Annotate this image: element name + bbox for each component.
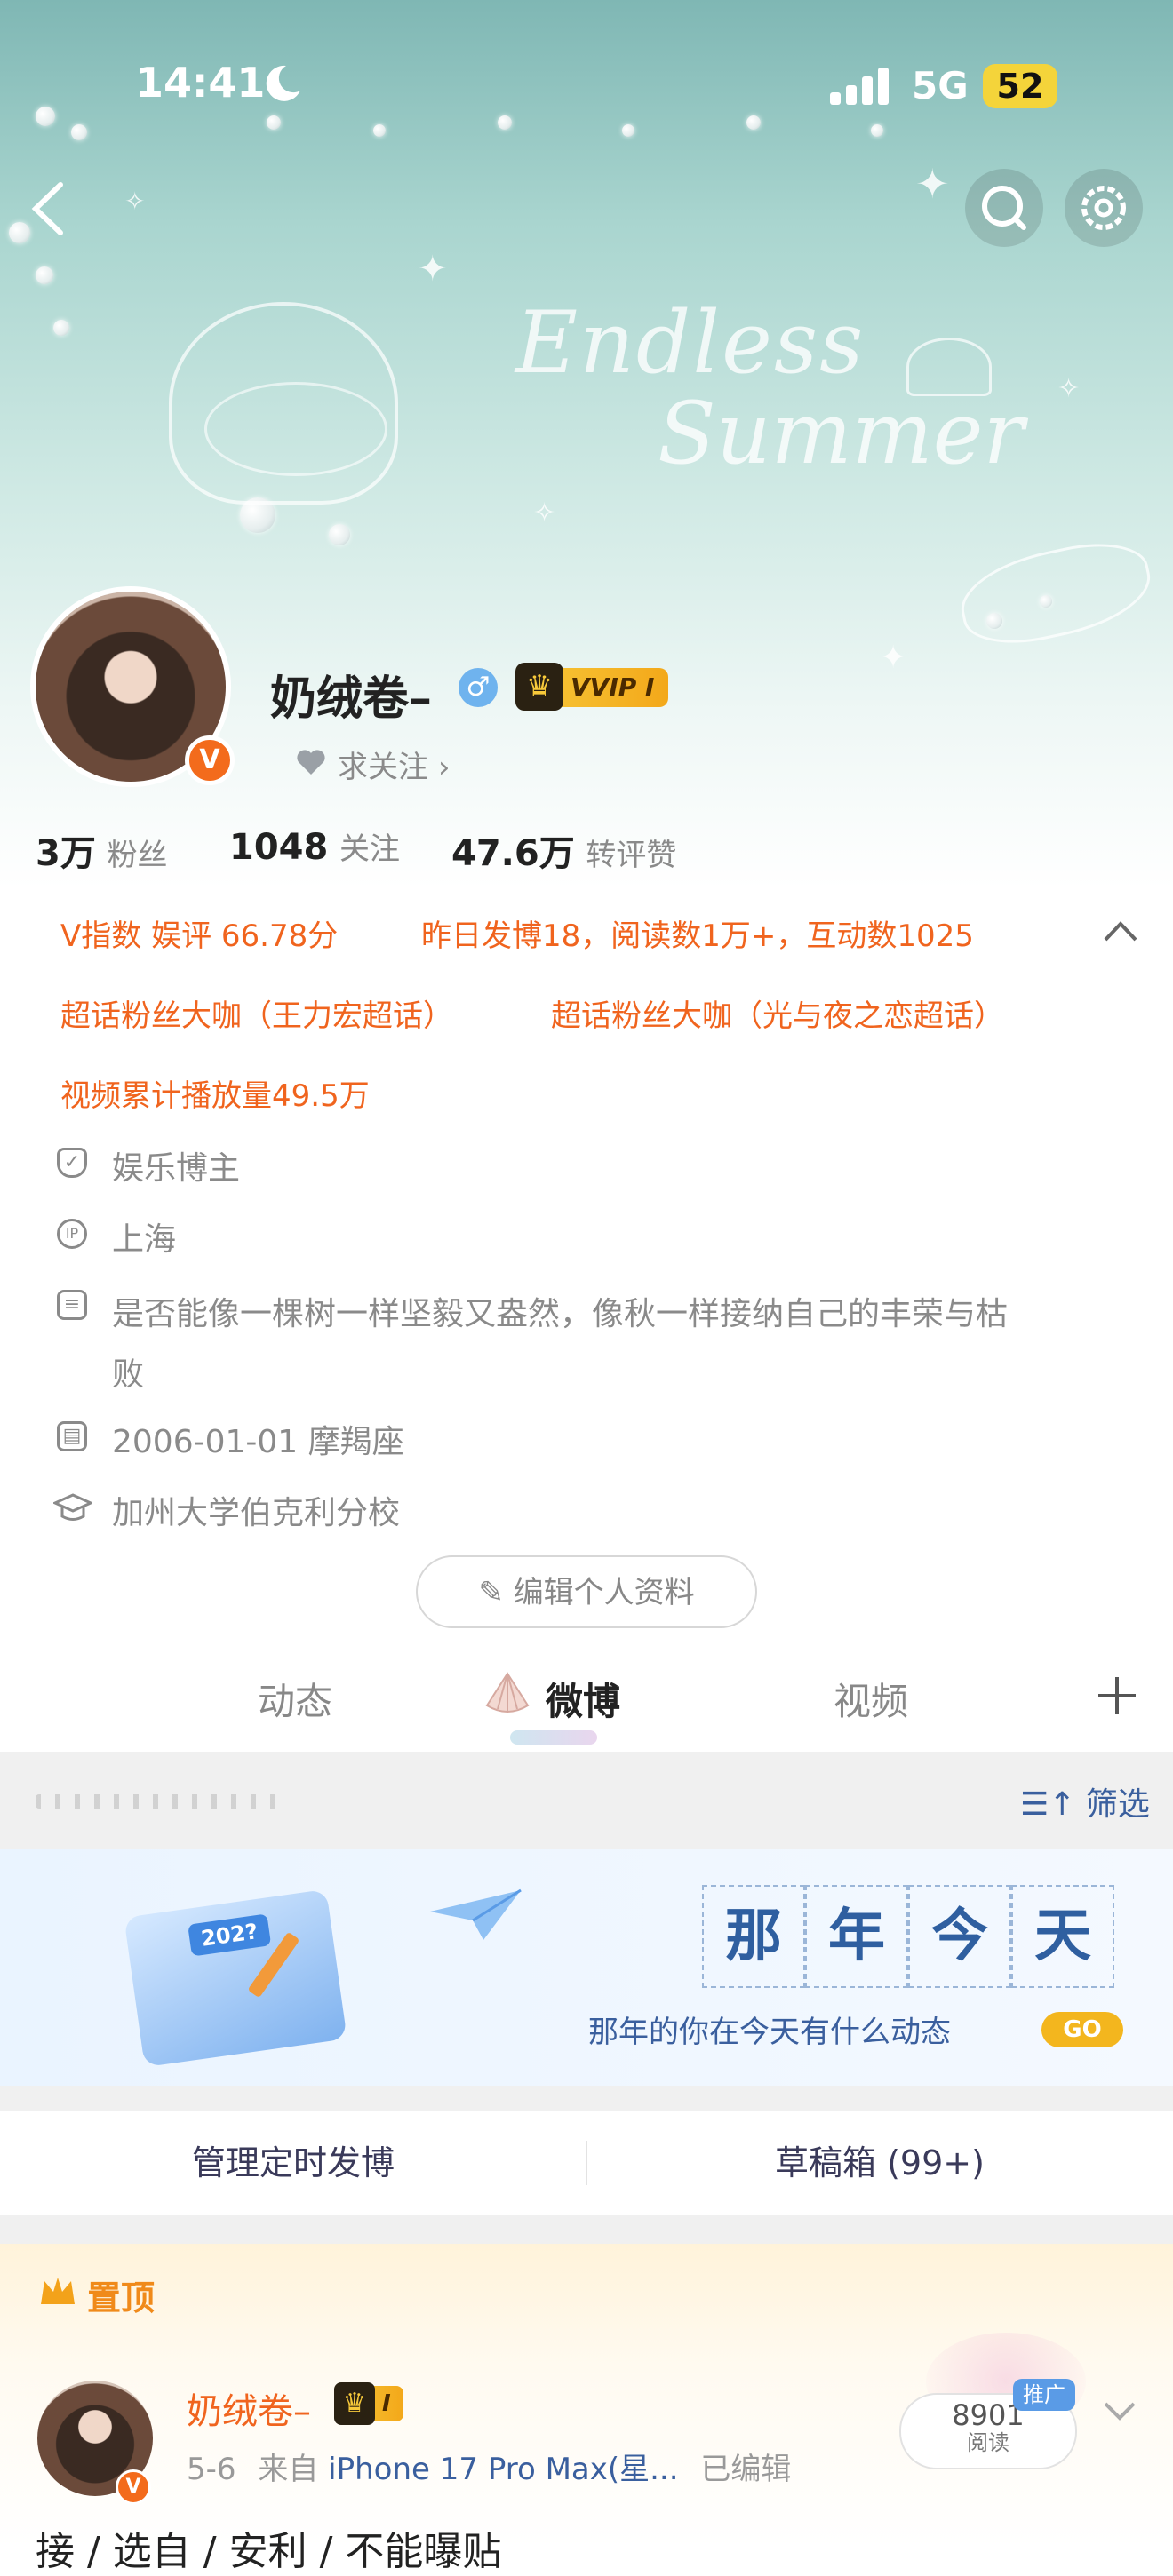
bio-line: 是否能像一棵树一样坚毅又盎然，像秋一样接纳自己的丰荣与枯 xyxy=(112,1296,1009,1332)
ip-location-text: 上海 xyxy=(112,1221,177,1258)
filter-icon: ☰↑ xyxy=(1020,1786,1086,1823)
author-name[interactable]: 奶绒卷– xyxy=(187,2382,311,2434)
follow-prompt-label: 求关注 xyxy=(338,750,428,785)
stat-label: 粉丝 xyxy=(107,838,168,873)
go-button[interactable]: GO xyxy=(1041,2012,1123,2047)
battery-indicator: 52 xyxy=(983,64,1057,108)
crown-icon: ♛ xyxy=(515,663,563,711)
v-index-badge[interactable]: V指数 娱评 66.78分 xyxy=(60,911,338,955)
network-type: 5G xyxy=(912,64,969,107)
manage-row: 管理定时发博 草稿箱 (99+) xyxy=(0,2111,1173,2215)
read-count-label: 阅读 xyxy=(967,2430,1009,2455)
heart-icon xyxy=(293,744,329,780)
vvip-badge[interactable]: ♛ VVIP I xyxy=(515,663,669,711)
promote-badge[interactable]: 推广 xyxy=(1013,2379,1075,2411)
super-topic-badge-1[interactable]: 超话粉丝大咖（王力宏超话） xyxy=(60,991,453,1035)
tab-video[interactable]: 视频 xyxy=(834,1672,908,1726)
stat-label: 关注 xyxy=(339,831,401,867)
calendar-illustration: 202? xyxy=(124,1888,347,2068)
verified-v-icon: V xyxy=(185,735,235,785)
bio-text: 是否能像一棵树一样坚毅又盎然，像秋一样接纳自己的丰荣与枯 败 xyxy=(112,1284,1116,1405)
stat-value: 3万 xyxy=(36,833,96,874)
edit-profile-label: 编辑个人资料 xyxy=(513,1575,695,1610)
shell-icon xyxy=(482,1670,533,1720)
title-char: 天 xyxy=(1011,1885,1114,1988)
stat-label: 转评赞 xyxy=(586,838,677,873)
super-topic-badge-2[interactable]: 超话粉丝大咖（光与夜之恋超话） xyxy=(551,991,1004,1035)
document-icon: ≡ xyxy=(57,1290,87,1320)
title-char: 今 xyxy=(908,1885,1011,1988)
post-preview-text: 接 / 选自 / 安利 / 不能曝贴 xyxy=(36,2529,502,2574)
profile-nickname: 奶绒卷– xyxy=(270,672,433,726)
follow-prompt-link[interactable]: 求关注 › xyxy=(338,743,450,786)
edit-profile-button[interactable]: ✎ 编辑个人资料 xyxy=(416,1555,757,1628)
vip-badge: ♛ I xyxy=(334,2382,403,2425)
add-tab-button[interactable] xyxy=(1095,1674,1139,1718)
filter-bar: ☰↑ 筛选 xyxy=(0,1752,1173,1849)
pinned-label: 置顶 xyxy=(87,2278,156,2318)
plus-icon xyxy=(1098,1677,1136,1714)
gear-icon xyxy=(1081,186,1126,230)
chevron-left-icon xyxy=(31,182,63,235)
verified-v-icon: V xyxy=(116,2469,151,2505)
title-char: 年 xyxy=(805,1885,908,1988)
active-tab-indicator xyxy=(510,1730,597,1745)
school-text: 加州大学伯克利分校 xyxy=(112,1495,401,1531)
drafts-button[interactable]: 草稿箱 (99+) xyxy=(586,2111,1173,2215)
category-text: 娱乐博主 xyxy=(112,1150,241,1187)
filter-button[interactable]: ☰↑ 筛选 xyxy=(1020,1778,1150,1825)
on-this-day-banner[interactable]: 202? 那 年 今 天 那年的你在今天有什么动态 xyxy=(0,1849,1173,2086)
tab-weibo[interactable]: 微博 xyxy=(546,1672,620,1726)
stat-fans[interactable]: 3万 粉丝 xyxy=(36,824,168,876)
yesterday-stats-badge[interactable]: 昨日发博18，阅读数1万+，互动数1025 xyxy=(421,911,974,955)
stat-value: 1048 xyxy=(229,827,329,868)
stat-following[interactable]: 1048 关注 xyxy=(229,824,400,868)
section-divider xyxy=(0,2086,1173,2111)
on-this-day-subtitle: 那年的你在今天有什么动态 xyxy=(588,2015,951,2050)
crown-icon xyxy=(37,2274,78,2310)
post-meta: 5-6 来自 iPhone 17 Pro Max(星... 已编辑 xyxy=(187,2445,791,2488)
search-icon xyxy=(982,186,1026,230)
banner-artwork-text: Endless Summer xyxy=(515,293,1025,483)
settings-button[interactable] xyxy=(1065,169,1143,247)
birthday-text: 2006-01-01 摩羯座 xyxy=(112,1424,404,1460)
stat-interactions[interactable]: 47.6万 转评赞 xyxy=(451,824,676,876)
moon-icon xyxy=(259,60,306,107)
collapse-button[interactable] xyxy=(1100,913,1141,949)
status-time: 14:41 xyxy=(135,59,266,107)
post-date: 5-6 xyxy=(187,2452,236,2487)
search-button[interactable] xyxy=(965,169,1043,247)
source-prefix: 来自 xyxy=(258,2452,319,2487)
paper-plane-icon xyxy=(427,1885,524,1951)
post-menu-button[interactable] xyxy=(1098,2393,1141,2429)
obscured-text xyxy=(36,1794,283,1809)
graduation-cap-icon xyxy=(52,1492,94,1524)
crown-icon: ♛ xyxy=(334,2382,375,2425)
video-plays-badge[interactable]: 视频累计播放量49.5万 xyxy=(60,1071,370,1115)
tab-activity[interactable]: 动态 xyxy=(258,1672,332,1726)
edited-label: 已编辑 xyxy=(700,2452,792,2487)
signal-icon xyxy=(830,68,892,105)
section-divider xyxy=(0,2215,1173,2244)
post-source-link[interactable]: iPhone 17 Pro Max(星... xyxy=(328,2452,678,2487)
chevron-up-icon xyxy=(1104,921,1137,942)
chevron-down-icon xyxy=(1104,2402,1136,2421)
title-char: 那 xyxy=(702,1885,805,1988)
chevron-right-icon: › xyxy=(437,750,451,785)
bio-line: 败 xyxy=(112,1356,145,1393)
scheduled-posts-button[interactable]: 管理定时发博 xyxy=(0,2111,586,2215)
pencil-icon: ✎ xyxy=(478,1575,514,1610)
ip-icon: IP xyxy=(57,1219,87,1249)
shield-icon: ✓ xyxy=(57,1148,87,1178)
filter-label: 筛选 xyxy=(1085,1786,1150,1823)
calendar-icon: ▤ xyxy=(57,1421,87,1451)
male-gender-icon: ♂ xyxy=(459,668,498,707)
stat-value: 47.6万 xyxy=(451,833,575,874)
back-button[interactable] xyxy=(21,178,75,240)
